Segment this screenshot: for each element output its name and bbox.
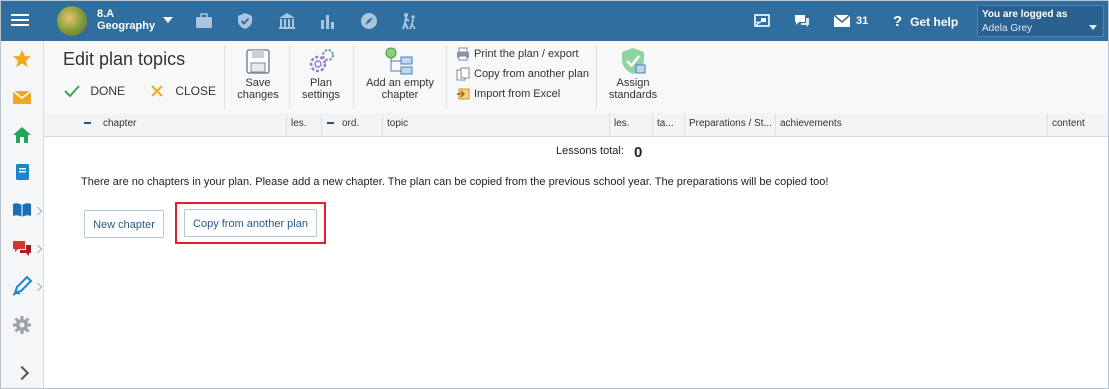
- column-label: Preparations / St...: [689, 118, 772, 129]
- save-icon: [246, 49, 270, 74]
- subject-label: Geography: [97, 20, 156, 32]
- mail-icon[interactable]: [12, 87, 32, 107]
- import-label: Import from Excel: [474, 88, 561, 100]
- column-label: les.: [614, 118, 630, 129]
- chat-icon[interactable]: [12, 238, 32, 258]
- assign-label-1: Assign: [616, 77, 650, 89]
- add-chapter-label-1: Add an empty: [366, 77, 434, 89]
- close-button[interactable]: CLOSE: [150, 83, 216, 98]
- help-button[interactable]: ? Get help: [893, 13, 958, 30]
- table-header: chapter les. ord. topic les. ta... Prepa…: [44, 113, 1108, 137]
- collapse-icon[interactable]: [84, 122, 91, 125]
- column-les-2[interactable]: les.: [609, 113, 652, 136]
- save-label-2: changes: [237, 89, 279, 101]
- column-label: chapter: [103, 118, 137, 129]
- column-label: ord.: [342, 118, 360, 129]
- expand-sidebar-icon[interactable]: [14, 365, 30, 381]
- class-selector[interactable]: 8.A Geography: [97, 8, 155, 32]
- add-chapter-label-2: chapter: [381, 89, 419, 101]
- top-bar: 8.A Geography 31 ? Get help You are logge…: [1, 1, 1108, 41]
- class-avatar[interactable]: [57, 6, 87, 36]
- chevron-down-icon: [1089, 25, 1097, 30]
- column-les[interactable]: les.: [286, 113, 321, 136]
- copy-icon: [456, 67, 470, 81]
- done-label: DONE: [90, 83, 126, 98]
- collapse-icon[interactable]: [327, 122, 334, 125]
- copy-label: Copy from another plan: [474, 68, 589, 80]
- column-chapter[interactable]: chapter: [44, 113, 286, 136]
- app-window: 8.A Geography 31 ? Get help You are logge…: [0, 0, 1109, 389]
- printer-icon: [457, 47, 469, 61]
- logged-as-label: You are logged as: [982, 9, 1068, 20]
- chevron-right-icon: [33, 282, 43, 292]
- chat-bubbles-icon[interactable]: [793, 12, 811, 30]
- tree-structure-icon: [385, 47, 413, 75]
- pen-icon[interactable]: [12, 276, 32, 296]
- column-achievements[interactable]: achievements: [775, 113, 1047, 136]
- home-icon[interactable]: [12, 125, 32, 145]
- chevron-right-icon: [33, 206, 43, 216]
- column-label: topic: [387, 118, 409, 129]
- empty-plan-message: There are no chapters in your plan. Plea…: [81, 176, 829, 188]
- column-ord[interactable]: ord.: [321, 113, 382, 136]
- user-menu[interactable]: You are logged as Adela Grey: [977, 5, 1104, 37]
- school-building-icon[interactable]: [278, 12, 296, 30]
- menu-icon[interactable]: [11, 11, 29, 31]
- save-changes-button[interactable]: Save changes: [232, 47, 284, 101]
- envelope-icon[interactable]: [833, 14, 851, 28]
- check-icon: [64, 85, 80, 98]
- shield-check-icon[interactable]: [236, 12, 254, 30]
- column-content[interactable]: content: [1047, 113, 1108, 136]
- sidebar: [1, 41, 44, 388]
- highlight-box: [175, 202, 326, 244]
- column-preparations[interactable]: Preparations / St...: [684, 113, 775, 136]
- book-open-icon[interactable]: [12, 200, 32, 220]
- gears-icon: [309, 49, 334, 73]
- shield-standards-icon: [622, 48, 646, 74]
- column-label: content: [1052, 118, 1085, 129]
- plan-settings-label-1: Plan: [309, 77, 333, 89]
- assign-label-2: standards: [608, 89, 658, 101]
- class-label: 8.A: [97, 8, 115, 20]
- walking-people-icon[interactable]: [400, 12, 418, 30]
- messages-count[interactable]: 31: [856, 15, 868, 27]
- assign-standards-button[interactable]: Assign standards: [604, 47, 662, 101]
- page-title: Edit plan topics: [63, 49, 186, 69]
- screen-cast-icon[interactable]: [753, 12, 771, 30]
- briefcase-icon[interactable]: [195, 12, 213, 30]
- chevron-right-icon: [33, 244, 43, 254]
- column-topic[interactable]: topic: [382, 113, 609, 136]
- column-label: achievements: [780, 118, 842, 129]
- question-icon: ?: [893, 13, 903, 30]
- done-button[interactable]: DONE: [63, 83, 125, 98]
- chevron-down-icon[interactable]: [163, 17, 173, 23]
- user-name: Adela Grey: [982, 23, 1033, 34]
- close-label: CLOSE: [175, 83, 217, 98]
- plan-settings-label-2: settings: [302, 89, 340, 101]
- close-icon: [151, 85, 163, 97]
- lessons-total-label: Lessons total:: [556, 145, 624, 157]
- compass-icon[interactable]: [360, 12, 378, 30]
- print-label: Print the plan / export: [474, 48, 579, 60]
- column-ta[interactable]: ta...: [652, 113, 684, 136]
- help-label: Get help: [910, 15, 959, 29]
- new-chapter-button[interactable]: New chapter: [84, 210, 164, 238]
- column-label: ta...: [657, 118, 674, 129]
- notebook-icon[interactable]: [12, 162, 32, 182]
- save-label-1: Save: [245, 77, 271, 89]
- gear-icon[interactable]: [12, 315, 32, 335]
- lessons-total-value: 0: [634, 144, 643, 161]
- plan-settings-button[interactable]: Plan settings: [295, 47, 347, 101]
- toolbar: Edit plan topics DONE CLOSE Save changes…: [44, 41, 1108, 114]
- column-label: les.: [291, 118, 307, 129]
- star-icon[interactable]: [12, 49, 32, 69]
- bar-chart-icon[interactable]: [319, 12, 337, 30]
- add-empty-chapter-button[interactable]: Add an empty chapter: [361, 47, 439, 101]
- import-icon: [457, 88, 470, 100]
